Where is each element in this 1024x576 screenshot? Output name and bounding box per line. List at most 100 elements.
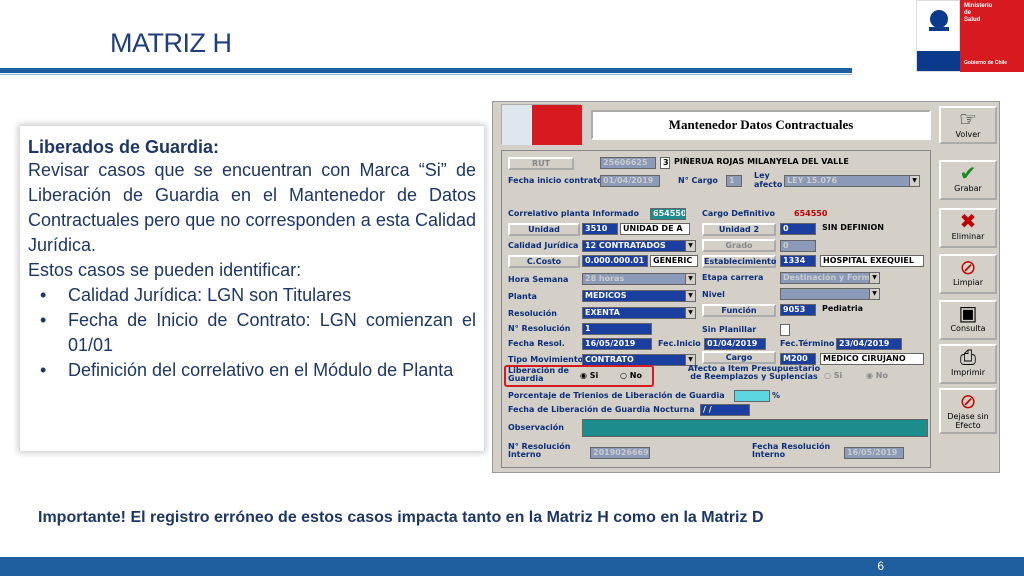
resolution-date-label: Fecha Resol. — [508, 339, 565, 348]
movement-type-label: Tipo Movimiento — [508, 355, 584, 364]
correlative-label: Correlativo planta Informado — [508, 209, 640, 218]
end-field[interactable]: 23/04/2019 — [836, 338, 902, 350]
cost-center-code-field[interactable]: 0.000.000.01 — [582, 255, 648, 267]
percent-sign: % — [772, 391, 781, 400]
criteria-item: Definición del correlativo en el Módulo … — [40, 358, 476, 383]
start-label: Fec.Inicio — [658, 339, 701, 348]
weekly-hours-label: Hora Semana — [508, 275, 569, 284]
criteria-list: Calidad Jurídica: LGN son Titulares Fech… — [28, 283, 476, 383]
footer-bar: 6 — [0, 557, 1024, 576]
funcion-button[interactable]: Función — [702, 304, 776, 317]
title-rule-thin — [0, 74, 852, 75]
establishment-button[interactable]: Establecimiento — [702, 255, 776, 268]
page-number: 6 — [877, 559, 884, 573]
resolution-number-label: N° Resolución — [508, 324, 571, 333]
observation-field[interactable] — [582, 419, 928, 437]
employee-name: PIÑERUA ROJAS MILANYELA DEL VALLE — [672, 157, 902, 169]
query-button[interactable]: ▣ Consulta — [939, 300, 997, 340]
grado-button[interactable]: Grado — [702, 239, 776, 252]
coat-of-arms-icon — [929, 10, 949, 31]
void-button[interactable]: ⊘ Dejase sin Efecto — [939, 388, 997, 434]
cargo-number-field[interactable]: 1 — [726, 175, 742, 187]
establishment-code-field[interactable]: 1334 — [780, 255, 816, 267]
cargo-number-label: N° Cargo — [678, 176, 718, 185]
important-note: Importante! El registro erróneo de estos… — [38, 509, 764, 526]
start-date-label: Fecha inicio contrato — [508, 176, 603, 185]
no-payroll-label: Sin Planillar — [702, 325, 757, 334]
law-label: Ley afecto — [754, 171, 783, 189]
trienios-field[interactable] — [734, 390, 770, 402]
internal-resolution-label: N° Resolución Interno — [508, 442, 571, 459]
unidad2-button[interactable]: Unidad 2 — [702, 223, 776, 236]
clear-button[interactable]: ⊘ Limpiar — [939, 254, 997, 294]
correlative-field[interactable]: 654550 — [650, 208, 686, 220]
start-date-field[interactable]: 01/04/2019 — [600, 175, 660, 187]
observation-label: Observación — [508, 423, 564, 432]
night-release-date-label: Fecha de Liberación de Guardia Nocturna — [508, 405, 695, 414]
unidad-name-field[interactable]: UNIDAD DE A — [620, 223, 690, 235]
planta-select[interactable]: MEDICOS ▼ — [582, 290, 696, 302]
internal-resolution-field[interactable]: 2019026669 — [590, 447, 650, 459]
criteria-item: Fecha de Inicio de Contrato: LGN comienz… — [40, 308, 476, 358]
print-button[interactable]: ⎙ Imprimir — [939, 344, 997, 384]
night-release-date-field[interactable]: / / — [700, 404, 750, 416]
funcion-code-field[interactable]: 9053 — [780, 304, 816, 316]
grado-field[interactable]: 0 — [780, 240, 816, 252]
box-heading: Liberados de Guardia: — [28, 137, 220, 157]
no-entry-icon: ⊘ — [959, 389, 977, 413]
unidad2-name: SIN DEFINION — [820, 223, 924, 235]
career-stage-label: Etapa carrera — [702, 273, 764, 282]
contract-maintainer-window: Mantenedor Datos Contractuales RUT 25606… — [492, 101, 1000, 473]
unidad-button[interactable]: Unidad — [508, 223, 580, 236]
slide-title: MATRIZ H — [110, 28, 232, 58]
trienios-label: Porcentaje de Trienios de Liberación de … — [508, 391, 725, 400]
nivel-label: Nivel — [702, 290, 725, 299]
career-stage-select[interactable]: Destinación y Form ▼ — [780, 272, 880, 284]
rut-field[interactable]: 25606625 — [600, 157, 656, 169]
logo-line-2: de — [964, 10, 972, 16]
resolution-label: Resolución — [508, 309, 557, 318]
no-payroll-checkbox[interactable] — [780, 324, 790, 336]
nivel-select[interactable]: ▼ — [780, 288, 880, 300]
contract-form: RUT 25606625 3 PIÑERUA ROJAS MILANYELA D… — [501, 150, 931, 468]
budget-yes[interactable]: ○ Si — [824, 371, 842, 380]
cargo-name-field[interactable]: MEDICO CIRUJANO — [820, 353, 924, 365]
law-select[interactable]: LEY 15.076 ▼ — [784, 175, 920, 187]
logo-line-3: Salud — [964, 17, 981, 23]
cost-center-button[interactable]: C.Costo — [508, 255, 580, 268]
unidad2-code-field[interactable]: 0 — [780, 223, 816, 235]
logo-emblem — [916, 0, 961, 72]
weekly-hours-select[interactable]: 28 horas ▼ — [582, 273, 696, 285]
rut-dv-field[interactable]: 3 — [660, 157, 670, 169]
ministry-logo: Ministerio de Salud Gobierno de Chile — [916, 0, 1024, 72]
planta-label: Planta — [508, 292, 537, 301]
establishment-name-field[interactable]: HOSPITAL EXEQUIEL — [820, 255, 924, 267]
start-field[interactable]: 01/04/2019 — [704, 338, 766, 350]
delete-button[interactable]: ✖ Eliminar — [939, 208, 997, 248]
resolution-number-field[interactable]: 1 — [582, 323, 652, 335]
resolution-select[interactable]: EXENTA ▼ — [582, 307, 696, 319]
rut-button[interactable]: RUT — [508, 157, 574, 170]
monitor-icon: ▣ — [958, 301, 978, 325]
unidad-code-field[interactable]: 3510 — [582, 223, 618, 235]
cargo-button[interactable]: Cargo — [702, 351, 776, 364]
box-paragraph-2: Estos casos se pueden identificar: — [28, 260, 302, 280]
cost-center-name-field[interactable]: GENERIC — [650, 255, 698, 267]
legal-quality-select[interactable]: 12 CONTRATADOS ▼ — [582, 240, 696, 252]
checkmark-icon: ✔ — [959, 161, 977, 185]
legal-quality-label: Calidad Jurídica — [508, 241, 579, 250]
resolution-date-field[interactable]: 16/05/2019 — [582, 338, 652, 350]
end-label: Fec.Término — [780, 339, 835, 348]
hand-icon: ☞ — [959, 107, 977, 131]
app-title: Mantenedor Datos Contractuales — [591, 110, 931, 140]
printer-icon: ⎙ — [960, 345, 976, 369]
internal-date-field[interactable]: 16/05/2019 — [844, 447, 904, 459]
definitive-cargo-label: Cargo Definitivo — [702, 209, 775, 218]
explanation-box: Liberados de Guardia: Revisar casos que … — [20, 126, 484, 451]
save-button[interactable]: ✔ Grabar — [939, 160, 997, 200]
budget-no[interactable]: ◉ No — [866, 371, 888, 380]
back-button[interactable]: ☞ Volver — [939, 106, 997, 144]
logo-gov: Gobierno de Chile — [964, 60, 1008, 66]
budget-item-label: Afecto a Item Presupuestario de Reemplaz… — [687, 364, 821, 381]
box-paragraph-1: Revisar casos que se encuentran con Marc… — [28, 160, 476, 255]
